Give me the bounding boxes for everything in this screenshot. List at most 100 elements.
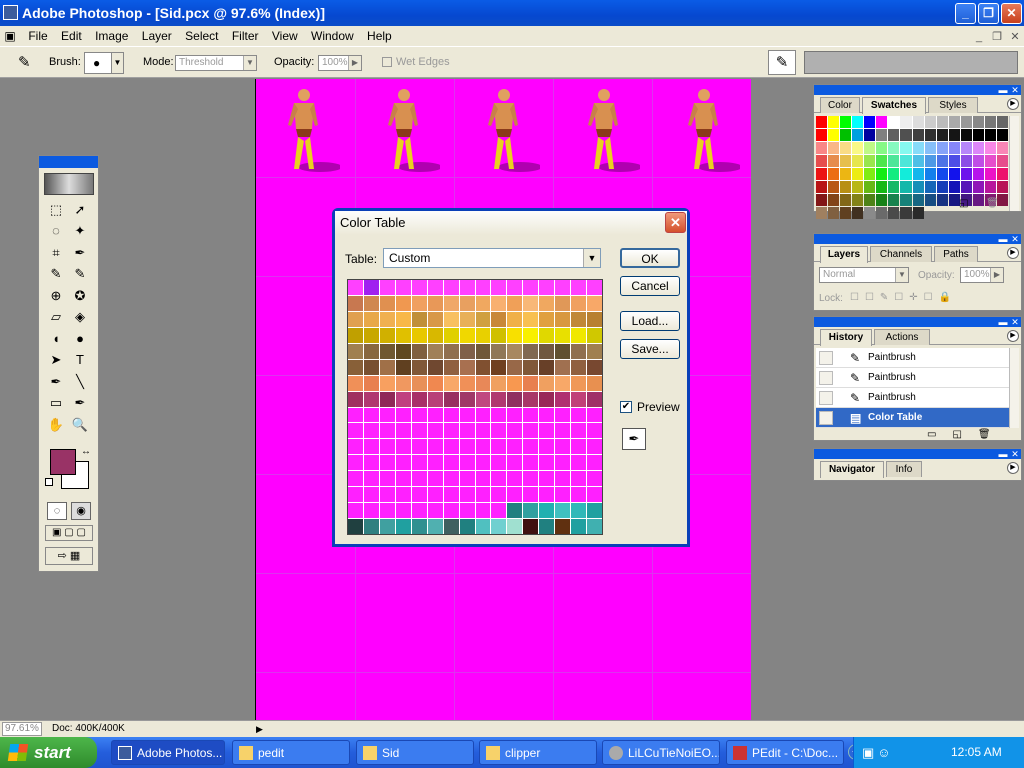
color-table-cell[interactable] <box>539 327 555 343</box>
clone-stamp-icon[interactable]: ⊕ <box>45 286 67 306</box>
swatch[interactable] <box>840 129 852 141</box>
swatch[interactable] <box>948 116 960 128</box>
color-table-cell[interactable] <box>443 471 459 487</box>
color-table-cell[interactable] <box>459 391 475 407</box>
move-icon[interactable]: ➚ <box>69 200 91 220</box>
ok-button[interactable]: OK <box>620 248 680 268</box>
color-table-cell[interactable] <box>348 503 363 519</box>
swap-colors-icon[interactable]: ↔ <box>81 446 91 457</box>
color-table-cell[interactable] <box>348 295 363 311</box>
screen-mode-icons[interactable]: ▣ ▢ ▢ <box>45 525 93 541</box>
color-table-cell[interactable] <box>379 327 395 343</box>
color-table-cell[interactable] <box>571 280 587 295</box>
panel-menu-icon[interactable]: ▶ <box>1007 330 1019 342</box>
color-table-cell[interactable] <box>363 295 379 311</box>
swatch[interactable] <box>816 194 828 206</box>
path-select-icon[interactable]: ➤ <box>45 350 67 370</box>
swatch[interactable] <box>936 155 948 167</box>
color-table-cell[interactable] <box>443 423 459 439</box>
color-table-cell[interactable] <box>427 407 443 423</box>
swatch[interactable] <box>984 168 996 180</box>
color-table-cell[interactable] <box>539 503 555 519</box>
history-snapshot-checkbox[interactable] <box>819 371 833 385</box>
panel-minimize-button[interactable]: ▬ <box>998 449 1008 459</box>
swatch[interactable] <box>900 142 912 154</box>
color-table-cell[interactable] <box>475 471 491 487</box>
swatch[interactable] <box>888 181 900 193</box>
color-table-cell[interactable] <box>475 455 491 471</box>
tab-styles[interactable]: Styles <box>928 97 978 113</box>
swatch[interactable] <box>912 116 924 128</box>
color-table-cell[interactable] <box>411 471 427 487</box>
color-table-cell[interactable] <box>459 375 475 391</box>
color-table-cell[interactable] <box>555 391 571 407</box>
color-table-cell[interactable] <box>459 311 475 327</box>
color-table-cell[interactable] <box>443 359 459 375</box>
color-table-cell[interactable] <box>539 391 555 407</box>
color-table-cell[interactable] <box>555 311 571 327</box>
color-table-cell[interactable] <box>427 471 443 487</box>
color-table-cell[interactable] <box>363 359 379 375</box>
color-table-cell[interactable] <box>491 439 507 455</box>
color-table-cell[interactable] <box>379 391 395 407</box>
color-table-cell[interactable] <box>427 391 443 407</box>
swatch[interactable] <box>972 181 984 193</box>
swatch[interactable] <box>900 168 912 180</box>
swatch[interactable] <box>900 129 912 141</box>
preview-checkbox[interactable]: ✔ <box>620 401 632 413</box>
swatch[interactable] <box>888 129 900 141</box>
color-table-cell[interactable] <box>427 280 443 295</box>
swatch[interactable] <box>888 116 900 128</box>
color-table-cell[interactable] <box>587 423 602 439</box>
color-table-cell[interactable] <box>507 359 523 375</box>
color-table-cell[interactable] <box>523 311 539 327</box>
swatch[interactable] <box>984 181 996 193</box>
color-table-cell[interactable] <box>395 311 411 327</box>
color-table-cell[interactable] <box>443 375 459 391</box>
line-icon[interactable]: ╲ <box>69 372 91 392</box>
color-table-cell[interactable] <box>459 487 475 503</box>
table-select[interactable]: Custom ▼ <box>383 248 601 268</box>
swatch[interactable] <box>864 116 876 128</box>
color-table-cell[interactable] <box>459 407 475 423</box>
swatch[interactable] <box>900 116 912 128</box>
history-snapshot-checkbox[interactable] <box>819 351 833 365</box>
swatch[interactable] <box>924 181 936 193</box>
color-table-cell[interactable] <box>443 343 459 359</box>
panel-close-button[interactable]: ✕ <box>1010 234 1020 244</box>
color-table-cell[interactable] <box>475 311 491 327</box>
panel-menu-icon[interactable]: ▶ <box>1007 462 1019 474</box>
color-table-cell[interactable] <box>491 327 507 343</box>
color-table-cell[interactable] <box>348 311 363 327</box>
color-table-cell[interactable] <box>475 295 491 311</box>
document-icon[interactable]: ▣ <box>0 26 20 46</box>
history-snapshot-checkbox[interactable] <box>819 411 833 425</box>
color-table-cell[interactable] <box>523 343 539 359</box>
color-table-cell[interactable] <box>587 455 602 471</box>
tab-color[interactable]: Color <box>820 97 860 113</box>
color-table-cell[interactable] <box>427 359 443 375</box>
swatch[interactable] <box>924 142 936 154</box>
color-table-cell[interactable] <box>555 375 571 391</box>
color-table-cell[interactable] <box>427 519 443 534</box>
color-table-cell[interactable] <box>523 280 539 295</box>
color-table-cell[interactable] <box>523 423 539 439</box>
color-table-cell[interactable] <box>395 455 411 471</box>
history-item[interactable]: ✎ Paintbrush <box>816 368 1009 388</box>
swatch[interactable] <box>816 142 828 154</box>
color-table-cell[interactable] <box>571 359 587 375</box>
slice-icon[interactable]: ✒ <box>69 243 91 263</box>
color-table-cell[interactable] <box>475 359 491 375</box>
menu-window[interactable]: Window <box>306 26 359 46</box>
blur-icon[interactable]: ◖ <box>45 329 67 349</box>
color-table-cell[interactable] <box>555 423 571 439</box>
color-table-cell[interactable] <box>571 311 587 327</box>
photoshop-eye-logo[interactable] <box>44 173 94 195</box>
color-table-cell[interactable] <box>427 503 443 519</box>
tab-layers[interactable]: Layers <box>820 246 868 263</box>
color-table-cell[interactable] <box>507 423 523 439</box>
cancel-button[interactable]: Cancel <box>620 276 680 296</box>
swatch[interactable] <box>996 155 1008 167</box>
swatch[interactable] <box>924 155 936 167</box>
color-table-cell[interactable] <box>587 519 602 534</box>
